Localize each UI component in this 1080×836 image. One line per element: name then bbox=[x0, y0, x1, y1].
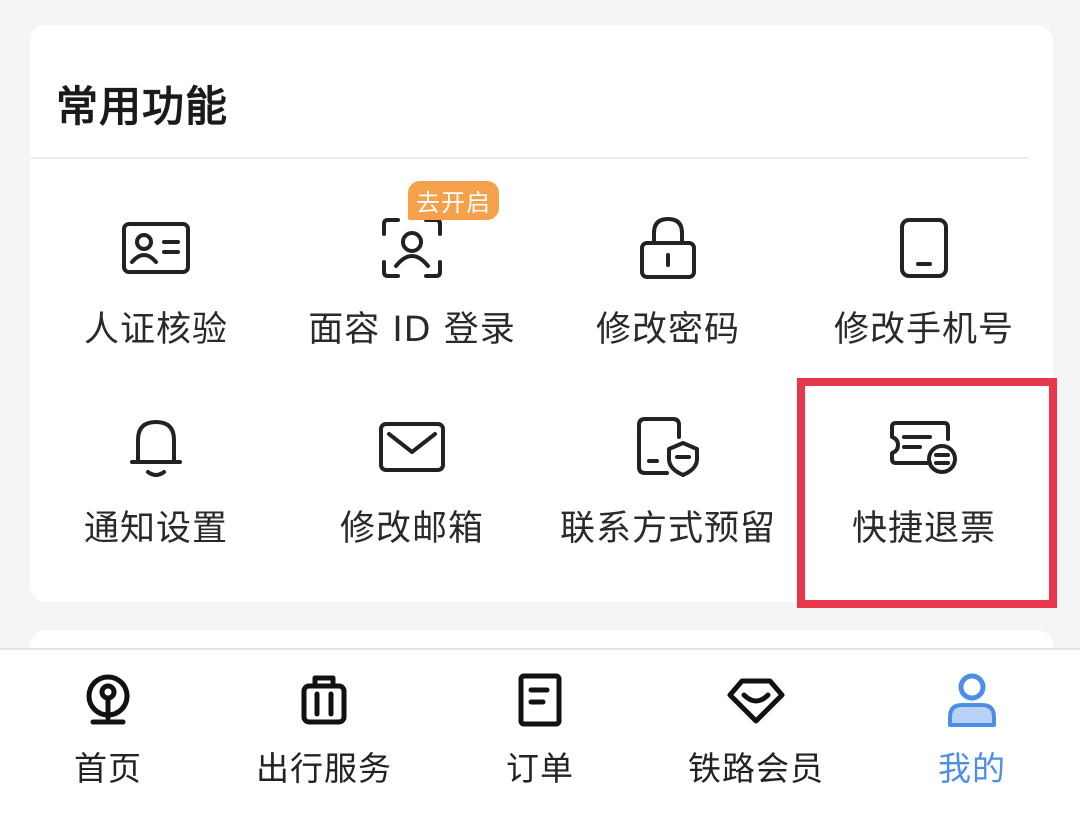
feature-change-phone[interactable]: 修改手机号 bbox=[796, 213, 1052, 373]
feature-notification-settings[interactable]: 通知设置 bbox=[28, 412, 284, 572]
diamond-icon bbox=[727, 678, 785, 724]
feature-change-email[interactable]: 修改邮箱 bbox=[284, 412, 540, 572]
feature-label: 修改手机号 bbox=[833, 310, 1014, 350]
tab-railway-membership[interactable]: 铁路会员 bbox=[648, 650, 864, 836]
order-document-icon bbox=[518, 673, 562, 727]
lock-icon bbox=[640, 217, 696, 279]
feature-id-verification[interactable]: 人证核验 bbox=[28, 213, 284, 373]
enable-badge[interactable]: 去开启 bbox=[408, 181, 499, 220]
feature-contact-reservation[interactable]: 联系方式预留 bbox=[540, 412, 796, 572]
bell-icon bbox=[130, 420, 182, 477]
feature-label: 修改邮箱 bbox=[339, 509, 484, 549]
tab-travel-services[interactable]: 出行服务 bbox=[216, 650, 432, 836]
tab-mine[interactable]: 我的 bbox=[864, 650, 1080, 836]
tab-orders[interactable]: 订单 bbox=[432, 650, 648, 836]
feature-face-id-login[interactable]: 面容 ID 登录 bbox=[284, 213, 540, 373]
contact-shield-icon bbox=[637, 417, 699, 477]
phone-icon bbox=[900, 218, 948, 278]
railway-logo-icon bbox=[86, 674, 130, 725]
feature-change-password[interactable]: 修改密码 bbox=[540, 213, 796, 373]
bottom-tab-bar: 首页 出行服务 订单 铁路会员 我的 bbox=[0, 648, 1080, 836]
face-scan-icon bbox=[382, 218, 442, 278]
tab-home[interactable]: 首页 bbox=[0, 650, 216, 836]
feature-label: 人证核验 bbox=[83, 310, 228, 350]
id-card-icon bbox=[122, 222, 190, 274]
user-icon bbox=[948, 673, 996, 727]
highlight-box bbox=[797, 378, 1057, 608]
luggage-icon bbox=[301, 675, 347, 725]
feature-label: 面容 ID 登录 bbox=[308, 310, 516, 350]
envelope-icon bbox=[379, 422, 445, 472]
tab-label: 我的 bbox=[938, 749, 1006, 788]
card-divider bbox=[30, 157, 1028, 159]
feature-label: 修改密码 bbox=[595, 310, 740, 350]
feature-label: 联系方式预留 bbox=[559, 509, 776, 549]
card-title: 常用功能 bbox=[56, 82, 229, 131]
feature-label: 通知设置 bbox=[83, 509, 228, 549]
